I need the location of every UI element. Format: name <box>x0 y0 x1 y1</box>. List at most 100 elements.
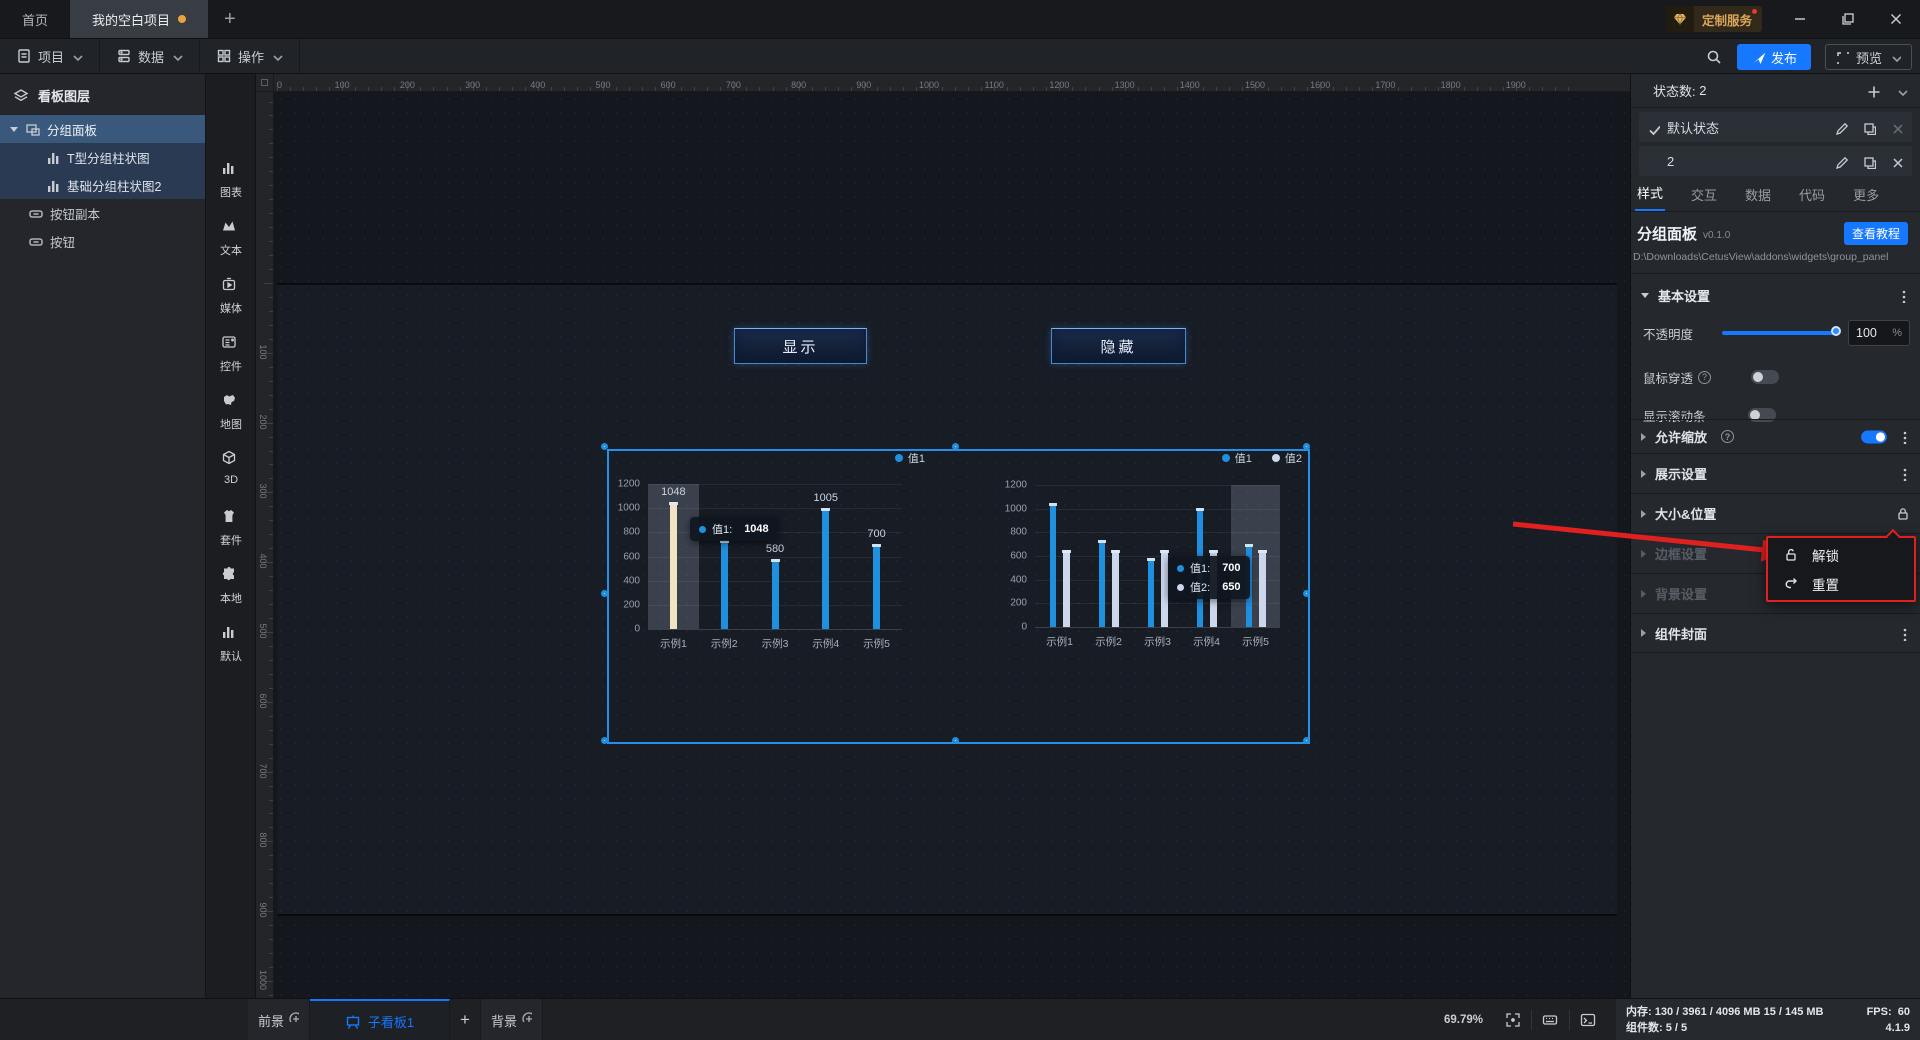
expander-icon[interactable] <box>10 126 18 132</box>
tab-style[interactable]: 样式 <box>1635 183 1666 211</box>
layer-item-group-panel[interactable]: 分组面板 <box>0 115 205 143</box>
strip-item-controls[interactable]: 控件 <box>206 334 256 386</box>
mouse-through-toggle[interactable] <box>1751 370 1780 384</box>
preview-label: 预览 <box>1855 50 1882 66</box>
strip-item-map[interactable]: 地图 <box>206 392 256 444</box>
section-size-position[interactable]: 大小&位置 <box>1631 493 1920 533</box>
custom-service-button[interactable]: 定制服务 <box>1665 6 1762 32</box>
tooltip-dot-icon <box>699 525 706 533</box>
menu-item-unlock[interactable]: 解锁 <box>1768 540 1914 569</box>
ruler-label: 200 <box>399 80 415 90</box>
ruler-label: 700 <box>258 763 268 779</box>
ruler-label: 800 <box>258 832 268 848</box>
maximize-button[interactable] <box>1824 0 1872 38</box>
tab-more[interactable]: 更多 <box>1851 185 1881 211</box>
canvas[interactable]: 显示 隐藏 值1 0 200 400 600 800 1000 1200 示例1 示例2 示例3 示例… <box>274 92 1630 998</box>
help-icon[interactable]: ? <box>1721 430 1735 443</box>
state-row-2[interactable]: 2 <box>1639 146 1912 176</box>
strip-item-local[interactable]: 本地 <box>206 566 256 618</box>
section-menu-icon[interactable] <box>1896 287 1910 303</box>
ruler-label: 400 <box>530 80 546 90</box>
layer-item-button[interactable]: 按钮 <box>0 227 205 255</box>
selection-handle-s[interactable] <box>952 737 959 744</box>
add-state-button[interactable] <box>1866 82 1881 98</box>
tutorial-button[interactable]: 查看教程 <box>1843 222 1908 245</box>
ruler-label: 1300 <box>1114 80 1135 90</box>
menu-operations[interactable]: 操作 <box>200 39 301 73</box>
section-menu-icon[interactable] <box>1897 429 1911 445</box>
duplicate-state-button[interactable] <box>1862 119 1876 135</box>
add-background-icon[interactable] <box>521 1008 532 1023</box>
foreground-button[interactable]: 前景 <box>248 999 311 1040</box>
background-button[interactable]: 背景 <box>480 999 543 1040</box>
strip-item-3d[interactable]: 3D <box>206 450 256 502</box>
strip-item-default[interactable]: 默认 <box>206 624 256 676</box>
fit-screen-button[interactable] <box>1495 1010 1531 1030</box>
tab-interaction[interactable]: 交互 <box>1689 185 1719 211</box>
tab-home[interactable]: 首页 <box>0 0 70 38</box>
strip-item-kit[interactable]: 套件 <box>206 508 256 560</box>
section-menu-icon[interactable] <box>1897 466 1911 482</box>
rename-state-button[interactable] <box>1834 119 1848 135</box>
selection-handle-se[interactable] <box>1303 737 1310 744</box>
opacity-slider[interactable] <box>1722 326 1841 336</box>
minimize-button[interactable] <box>1776 0 1824 38</box>
slider-knob[interactable] <box>1831 326 1841 336</box>
basic-settings-header[interactable]: 基本设置 <box>1631 280 1920 310</box>
selection-handle-e[interactable] <box>1303 590 1310 597</box>
console-button[interactable] <box>1569 1010 1606 1030</box>
section-display-settings[interactable]: 展示设置 <box>1631 453 1920 493</box>
close-button[interactable] <box>1872 0 1920 38</box>
selection-handle-ne[interactable] <box>1303 443 1310 450</box>
tab-data[interactable]: 数据 <box>1743 185 1773 211</box>
state-row-default[interactable]: 默认状态 <box>1639 112 1912 142</box>
layers-icon <box>14 88 28 101</box>
canvas-hide-button[interactable]: 隐藏 <box>1051 328 1186 364</box>
section-menu-icon[interactable] <box>1897 625 1911 641</box>
ruler-label: 100 <box>258 344 268 360</box>
canvas-show-button[interactable]: 显示 <box>734 328 867 364</box>
menu-project[interactable]: 项目 <box>0 39 101 73</box>
add-foreground-icon[interactable] <box>288 1008 300 1023</box>
layer-item-button-copy[interactable]: 按钮副本 <box>0 199 205 227</box>
allow-zoom-toggle[interactable] <box>1861 430 1887 443</box>
publish-button[interactable]: 发布 <box>1736 44 1811 70</box>
strip-item-text[interactable]: 文本 <box>206 218 256 270</box>
menu-data[interactable]: 数据 <box>100 39 201 73</box>
duplicate-state-button[interactable] <box>1862 153 1876 169</box>
help-icon[interactable]: ? <box>1698 370 1712 384</box>
opacity-input[interactable]: 100 % <box>1848 320 1910 346</box>
new-tab-button[interactable]: + <box>208 0 252 38</box>
opacity-label: 不透明度 <box>1643 327 1694 342</box>
selection-handle-n[interactable] <box>952 443 959 450</box>
rename-state-button[interactable] <box>1834 153 1848 169</box>
menu-item-reset[interactable]: 重置 <box>1768 569 1914 598</box>
collapse-states-button[interactable] <box>1895 83 1908 98</box>
selection-handle-sw[interactable] <box>601 737 608 744</box>
strip-label: 控件 <box>220 361 242 373</box>
strip-item-media[interactable]: 媒体 <box>206 276 256 328</box>
delete-state-button[interactable] <box>1890 119 1904 135</box>
ruler-corner[interactable] <box>256 74 274 92</box>
layer-item-t-chart[interactable]: T型分组柱状图 <box>0 143 205 171</box>
menu-item-label: 解锁 <box>1812 548 1839 564</box>
add-subboard-button[interactable]: + <box>450 999 481 1040</box>
preview-button[interactable]: 预览 <box>1824 44 1912 70</box>
selection-handle-nw[interactable] <box>601 443 608 450</box>
section-allow-zoom[interactable]: 允许缩放 ? <box>1631 419 1920 453</box>
components-status: 组件数: 5 / 5 <box>1626 1022 1688 1034</box>
tab-code[interactable]: 代码 <box>1797 185 1827 211</box>
chevron-down-icon <box>73 54 83 61</box>
subboard-tab-active[interactable]: 子看板1 <box>310 999 451 1040</box>
delete-state-button[interactable] <box>1890 153 1904 169</box>
ruler-label: 1400 <box>1179 80 1200 90</box>
lock-icon[interactable] <box>1895 505 1911 522</box>
layer-item-basic-chart[interactable]: 基础分组柱状图2 <box>0 171 205 199</box>
strip-item-charts[interactable]: 图表 <box>206 160 256 212</box>
zoom-level[interactable]: 69.79% <box>1444 1014 1483 1026</box>
search-icon[interactable] <box>1706 48 1723 65</box>
section-component-cover[interactable]: 组件封面 <box>1631 613 1920 653</box>
tab-project[interactable]: 我的空白项目 <box>70 0 209 38</box>
shortcuts-button[interactable] <box>1531 1010 1569 1030</box>
selection-handle-w[interactable] <box>601 590 608 597</box>
